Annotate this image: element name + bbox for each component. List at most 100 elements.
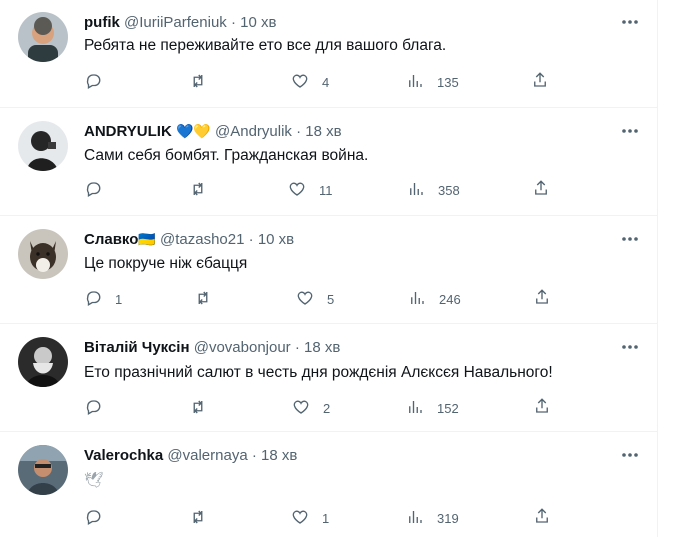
more-icon[interactable] [620,337,642,357]
retweet-button[interactable] [189,507,220,529]
tweet-header: pufik @IuriiParfeniuk · 10 хв [84,12,276,32]
share-button[interactable] [533,288,551,311]
reply-button[interactable] [84,397,115,419]
user-handle[interactable]: @vovabonjour [194,339,291,356]
separator-dot: · [296,123,302,140]
tweet[interactable]: Віталій Чуксін @vovabonjour · 18 хв Ето … [0,323,657,432]
display-name[interactable]: ANDRYULIK [84,123,172,140]
reply-icon [84,72,102,93]
display-name[interactable]: Славко [84,231,138,248]
like-button[interactable]: 11 [288,179,333,201]
user-handle[interactable]: @tazasho21 [160,231,244,248]
share-button[interactable] [533,397,551,420]
heart-icon [291,508,309,529]
tweet[interactable]: Valerochka @valernaya · 18 хв 🕊 1 319 [0,431,657,537]
more-icon[interactable] [620,229,642,249]
retweet-button[interactable] [194,288,225,310]
retweet-button[interactable] [189,397,220,419]
tweet[interactable]: ANDRYULIK 💙💛 @Andryulik · 18 хв Сами себ… [0,107,657,216]
avatar[interactable] [18,229,68,279]
more-icon[interactable] [620,12,642,32]
tweet[interactable]: Славко🇺🇦 @tazasho21 · 10 хв Це покруче н… [0,215,657,324]
views-button[interactable]: 152 [406,397,459,419]
tweet-text: 🕊 [84,472,104,489]
view-count: 152 [437,400,459,416]
reply-button[interactable]: 1 [84,288,122,310]
reply-icon [84,508,102,529]
share-button[interactable] [531,71,549,94]
reply-icon [84,289,102,310]
name-badge: 💙💛 [175,123,211,139]
like-button[interactable]: 5 [296,288,334,310]
reply-button[interactable] [84,71,115,93]
like-count: 1 [322,510,330,526]
retweet-icon [189,508,207,529]
user-handle[interactable]: @valernaya [167,447,247,464]
views-icon [407,180,425,201]
reply-icon [84,398,102,419]
tweet-actions: 1 319 [84,507,584,529]
heart-icon [288,180,306,201]
tweet-text: Ребята не переживайте ето все для вашого… [84,37,447,54]
user-handle[interactable]: @IuriiParfeniuk [124,14,227,31]
user-handle[interactable]: @Andryulik [215,123,292,140]
separator-dot: · [248,231,254,248]
more-icon[interactable] [620,121,642,141]
views-icon [406,508,424,529]
tweet[interactable]: pufik @IuriiParfeniuk · 10 хв Ребята не … [0,0,657,108]
views-button[interactable]: 358 [407,179,460,201]
retweet-icon [189,398,207,419]
like-count: 11 [319,182,333,198]
display-name[interactable]: pufik [84,14,120,31]
reply-button[interactable] [84,507,115,529]
retweet-icon [189,180,207,201]
like-count: 2 [323,400,331,416]
timeline-border [657,0,658,537]
view-count: 135 [437,74,459,90]
reply-count: 1 [115,291,123,307]
share-icon [532,180,550,201]
separator-dot: · [230,14,236,31]
reply-button[interactable] [84,179,115,201]
tweet-header: Valerochka @valernaya · 18 хв [84,445,297,465]
like-button[interactable]: 4 [291,71,329,93]
tweet-text: Це покруче ніж єбацця [84,255,248,272]
view-count: 246 [439,291,461,307]
more-icon[interactable] [620,445,642,465]
tweet-header: Віталій Чуксін @vovabonjour · 18 хв [84,337,340,357]
view-count: 319 [437,510,459,526]
like-button[interactable]: 2 [292,397,330,419]
like-count: 5 [327,291,335,307]
views-button[interactable]: 135 [406,71,459,93]
timestamp[interactable]: 10 хв [258,231,294,248]
like-count: 4 [322,74,330,90]
timestamp[interactable]: 10 хв [240,14,276,31]
views-icon [408,289,426,310]
tweet-header: Славко🇺🇦 @tazasho21 · 10 хв [84,229,294,249]
avatar[interactable] [18,12,68,62]
display-name[interactable]: Віталій Чуксін [84,339,190,356]
timestamp[interactable]: 18 хв [304,339,340,356]
timestamp[interactable]: 18 хв [261,447,297,464]
views-button[interactable]: 319 [406,507,459,529]
avatar[interactable] [18,121,68,171]
share-icon [533,508,551,529]
tweet-text: Сами себя бомбят. Гражданская война. [84,147,369,164]
like-button[interactable]: 1 [291,507,329,529]
heart-icon [291,72,309,93]
separator-dot: · [251,447,257,464]
share-button[interactable] [532,179,550,202]
heart-icon [296,289,314,310]
share-icon [531,72,549,93]
retweet-icon [194,289,212,310]
retweet-button[interactable] [189,179,220,201]
retweet-icon [189,72,207,93]
share-button[interactable] [533,507,551,530]
retweet-button[interactable] [189,71,220,93]
avatar[interactable] [18,337,68,387]
timestamp[interactable]: 18 хв [305,123,341,140]
avatar[interactable] [18,445,68,495]
views-button[interactable]: 246 [408,288,461,310]
display-name[interactable]: Valerochka [84,447,163,464]
tweet-header: ANDRYULIK 💙💛 @Andryulik · 18 хв [84,121,342,141]
